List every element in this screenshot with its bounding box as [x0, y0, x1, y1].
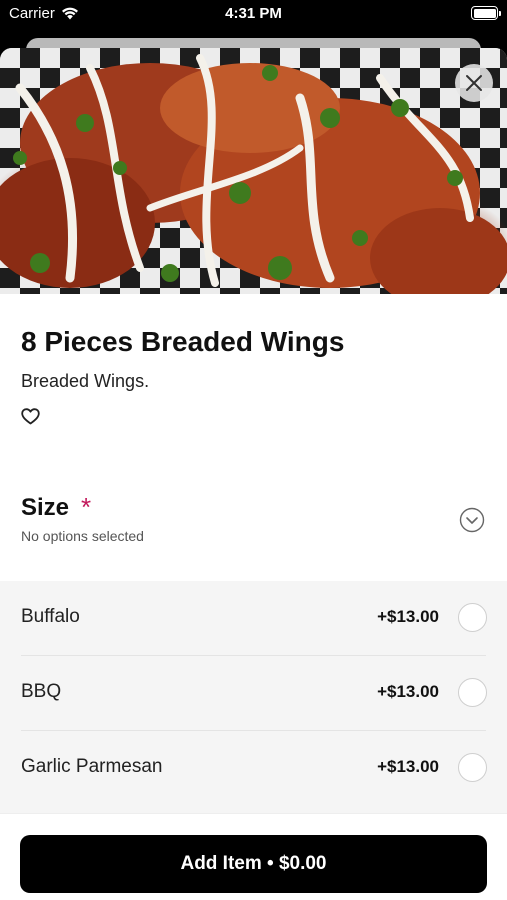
- bottom-action-bar: Add Item • $0.00: [0, 813, 507, 900]
- option-price: +$13.00: [377, 757, 439, 776]
- add-item-button[interactable]: Add Item • $0.00: [20, 835, 487, 893]
- item-description: Breaded Wings.: [21, 371, 150, 391]
- option-name: Garlic Parmesan: [21, 756, 163, 777]
- favorite-button[interactable]: [21, 408, 40, 430]
- size-selection-status: No options selected: [21, 528, 144, 544]
- chevron-down-icon: [459, 507, 485, 533]
- required-indicator: *: [81, 492, 92, 522]
- option-price: +$13.00: [377, 682, 439, 701]
- wings-illustration: [0, 54, 507, 294]
- size-options-list: Buffalo +$13.00 BBQ +$13.00 Garlic Parme…: [0, 581, 507, 821]
- size-section-header: Size *: [21, 492, 91, 523]
- size-option-garlic-parmesan[interactable]: Garlic Parmesan +$13.00: [0, 731, 507, 805]
- clock: 4:31 PM: [225, 5, 282, 22]
- option-price: +$13.00: [377, 607, 439, 626]
- heart-icon: [21, 408, 40, 425]
- item-photo: [0, 48, 507, 294]
- close-button[interactable]: [455, 64, 493, 102]
- item-title: 8 Pieces Breaded Wings: [21, 326, 345, 357]
- status-bar: Carrier 4:31 PM: [0, 0, 507, 28]
- battery-icon: [471, 6, 501, 20]
- size-option-bbq[interactable]: BBQ +$13.00: [0, 656, 507, 730]
- size-option-buffalo[interactable]: Buffalo +$13.00: [0, 581, 507, 655]
- option-name: BBQ: [21, 681, 62, 702]
- option-name: Buffalo: [21, 606, 80, 627]
- size-collapse-toggle[interactable]: [459, 507, 485, 538]
- close-icon: [466, 75, 482, 91]
- item-detail-sheet: 8 Pieces Breaded Wings Breaded Wings. Si…: [0, 48, 507, 900]
- option-radio[interactable]: [458, 753, 487, 782]
- size-section-title: Size: [21, 493, 70, 521]
- option-radio[interactable]: [458, 603, 487, 632]
- option-radio[interactable]: [458, 678, 487, 707]
